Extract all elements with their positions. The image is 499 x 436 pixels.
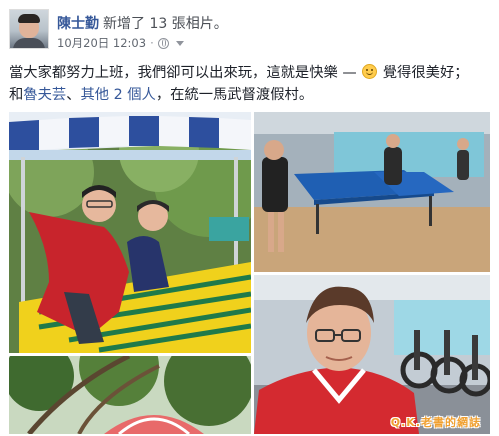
others-link[interactable]: 其他 2 個人 bbox=[80, 87, 155, 103]
author-avatar[interactable] bbox=[9, 9, 49, 49]
post-text-sep: 、 bbox=[66, 87, 81, 103]
gym-selfie-illustration bbox=[254, 275, 490, 434]
action-dot: 。 bbox=[213, 16, 228, 32]
post-text-location: ，在統一馬武督渡假村。 bbox=[155, 87, 314, 103]
avatar-hair bbox=[18, 14, 40, 23]
action-suffix[interactable]: 張相片 bbox=[172, 16, 214, 32]
smiling-face-icon bbox=[362, 64, 378, 79]
table-tennis-illustration bbox=[254, 112, 490, 272]
photo-count[interactable]: 13 bbox=[149, 16, 167, 32]
post-text-and: 和 bbox=[9, 87, 24, 103]
facebook-post: 陳士勤 新增了 13 張相片。 10月20日 12:03 · 當大家都努力上班，… bbox=[0, 0, 499, 436]
meta-separator: · bbox=[150, 36, 154, 50]
post-text-line1b: 覺得很美好； bbox=[382, 65, 469, 81]
post-text-line1a: 當大家都努力上班，我們卻可以出來玩，這就是快樂 — bbox=[9, 65, 357, 81]
globe-icon[interactable] bbox=[157, 37, 169, 49]
chevron-down-icon[interactable] bbox=[175, 40, 184, 46]
photo-trees-umbrella[interactable] bbox=[9, 356, 251, 434]
author-name[interactable]: 陳士勤 bbox=[57, 13, 99, 33]
tagged-person-link[interactable]: 魯夫芸 bbox=[23, 87, 66, 103]
post-action: 新增了 13 張相片。 bbox=[103, 13, 228, 33]
photo-table-tennis[interactable] bbox=[254, 112, 490, 272]
photo-amusement-ride[interactable] bbox=[9, 112, 251, 353]
trees-umbrella-illustration bbox=[9, 356, 251, 434]
post-timestamp[interactable]: 10月20日 12:03 bbox=[57, 35, 146, 51]
action-prefix: 新增了 bbox=[103, 16, 145, 32]
watermark-text: Q.K.老書的網誌 bbox=[390, 416, 481, 429]
photo-gym-selfie[interactable]: Q.K.老書的網誌 bbox=[254, 275, 490, 434]
amusement-ride-illustration bbox=[9, 112, 251, 353]
post-meta: 10月20日 12:03 · bbox=[57, 35, 184, 51]
avatar-body bbox=[13, 38, 45, 48]
post-text: 當大家都努力上班，我們卻可以出來玩，這就是快樂 — 覺得很美好； 和魯夫芸、其他… bbox=[9, 62, 491, 106]
